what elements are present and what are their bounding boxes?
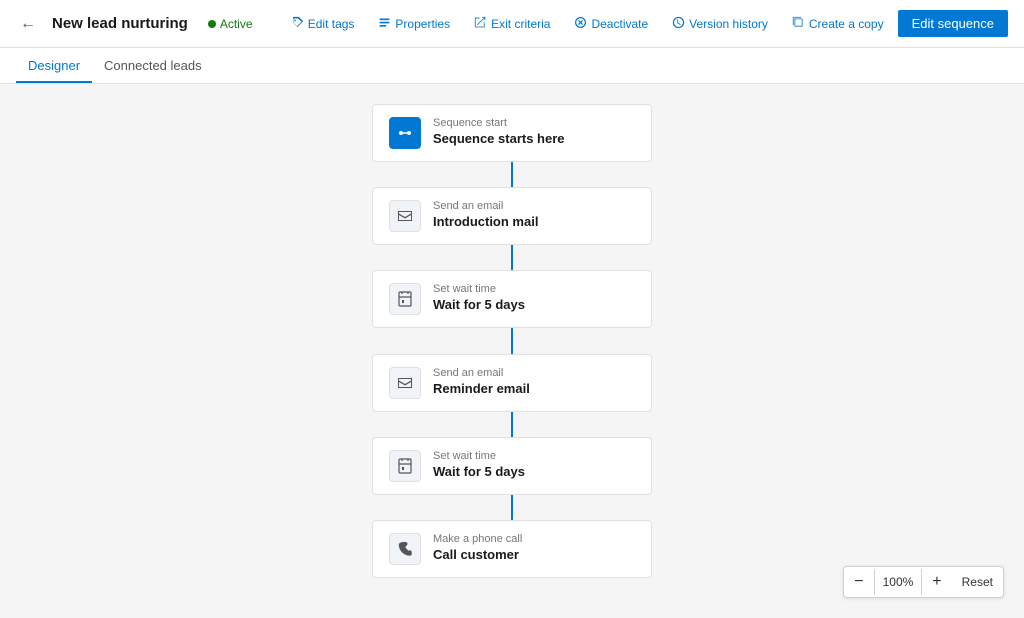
node-label-start: Sequence start xyxy=(433,117,565,129)
connector-1 xyxy=(511,162,513,187)
connector-5 xyxy=(511,495,513,520)
zoom-reset-button[interactable]: Reset xyxy=(952,569,1003,595)
node-content-phone: Make a phone call Call customer xyxy=(433,533,522,562)
node-title-email-2: Reminder email xyxy=(433,381,530,396)
exit-criteria-button[interactable]: Exit criteria xyxy=(464,11,560,37)
node-content-email-2: Send an email Reminder email xyxy=(433,367,530,396)
status-badge: Active xyxy=(208,17,253,31)
version-history-button[interactable]: Version history xyxy=(662,11,778,37)
exit-criteria-label: Exit criteria xyxy=(491,17,550,31)
properties-button[interactable]: Properties xyxy=(368,11,460,37)
properties-label: Properties xyxy=(395,17,450,31)
history-icon xyxy=(672,16,685,32)
tab-connected-leads[interactable]: Connected leads xyxy=(92,50,214,83)
copy-icon xyxy=(792,16,805,32)
node-label-phone: Make a phone call xyxy=(433,533,522,545)
status-dot xyxy=(208,20,216,28)
connector-3 xyxy=(511,328,513,353)
node-title-start: Sequence starts here xyxy=(433,131,565,146)
connector-4 xyxy=(511,412,513,437)
node-send-email-1[interactable]: Send an email Introduction mail xyxy=(372,187,652,245)
tab-designer[interactable]: Designer xyxy=(16,50,92,83)
node-wait-time-1[interactable]: Set wait time Wait for 5 days xyxy=(372,270,652,328)
zoom-out-button[interactable]: − xyxy=(844,567,873,597)
node-content-start: Sequence start Sequence starts here xyxy=(433,117,565,146)
deactivate-button[interactable]: Deactivate xyxy=(564,11,658,37)
edit-tags-button[interactable]: Edit tags xyxy=(281,11,365,37)
properties-icon xyxy=(378,16,391,32)
node-icon-email-2 xyxy=(389,367,421,399)
node-content-wait-2: Set wait time Wait for 5 days xyxy=(433,450,525,479)
node-phone-call[interactable]: Make a phone call Call customer xyxy=(372,520,652,578)
node-title-phone: Call customer xyxy=(433,547,522,562)
zoom-in-button[interactable]: + xyxy=(922,567,951,597)
node-wait-time-2[interactable]: Set wait time Wait for 5 days xyxy=(372,437,652,495)
node-title-wait-1: Wait for 5 days xyxy=(433,297,525,312)
edit-sequence-button[interactable]: Edit sequence xyxy=(898,10,1008,37)
node-title-email-1: Introduction mail xyxy=(433,214,538,229)
node-icon-start xyxy=(389,117,421,149)
zoom-level: 100% xyxy=(874,569,923,595)
node-title-wait-2: Wait for 5 days xyxy=(433,464,525,479)
node-icon-email-1 xyxy=(389,200,421,232)
header-actions: Edit tags Properties Exit criteria Deact… xyxy=(281,10,1008,37)
node-icon-phone xyxy=(389,533,421,565)
edit-tags-label: Edit tags xyxy=(308,17,355,31)
node-send-email-2[interactable]: Send an email Reminder email xyxy=(372,354,652,412)
exit-icon xyxy=(474,16,487,32)
tabs-bar: Designer Connected leads xyxy=(0,48,1024,84)
node-content-wait-1: Set wait time Wait for 5 days xyxy=(433,283,525,312)
tag-icon xyxy=(291,16,304,32)
node-label-wait-2: Set wait time xyxy=(433,450,525,462)
create-copy-button[interactable]: Create a copy xyxy=(782,11,894,37)
create-copy-label: Create a copy xyxy=(809,17,884,31)
back-button[interactable]: ← xyxy=(16,11,40,37)
version-history-label: Version history xyxy=(689,17,768,31)
sequence-canvas: Sequence start Sequence starts here Send… xyxy=(0,84,1024,618)
node-label-email-1: Send an email xyxy=(433,200,538,212)
node-icon-wait-2 xyxy=(389,450,421,482)
status-label: Active xyxy=(220,17,253,31)
zoom-controls: − 100% + Reset xyxy=(843,566,1004,598)
app-header: ← New lead nurturing Active Edit tags Pr… xyxy=(0,0,1024,48)
node-label-wait-1: Set wait time xyxy=(433,283,525,295)
deactivate-label: Deactivate xyxy=(591,17,648,31)
node-sequence-start[interactable]: Sequence start Sequence starts here xyxy=(372,104,652,162)
page-title: New lead nurturing xyxy=(52,15,188,32)
deactivate-icon xyxy=(574,16,587,32)
node-content-email-1: Send an email Introduction mail xyxy=(433,200,538,229)
node-label-email-2: Send an email xyxy=(433,367,530,379)
node-icon-wait-1 xyxy=(389,283,421,315)
connector-2 xyxy=(511,245,513,270)
